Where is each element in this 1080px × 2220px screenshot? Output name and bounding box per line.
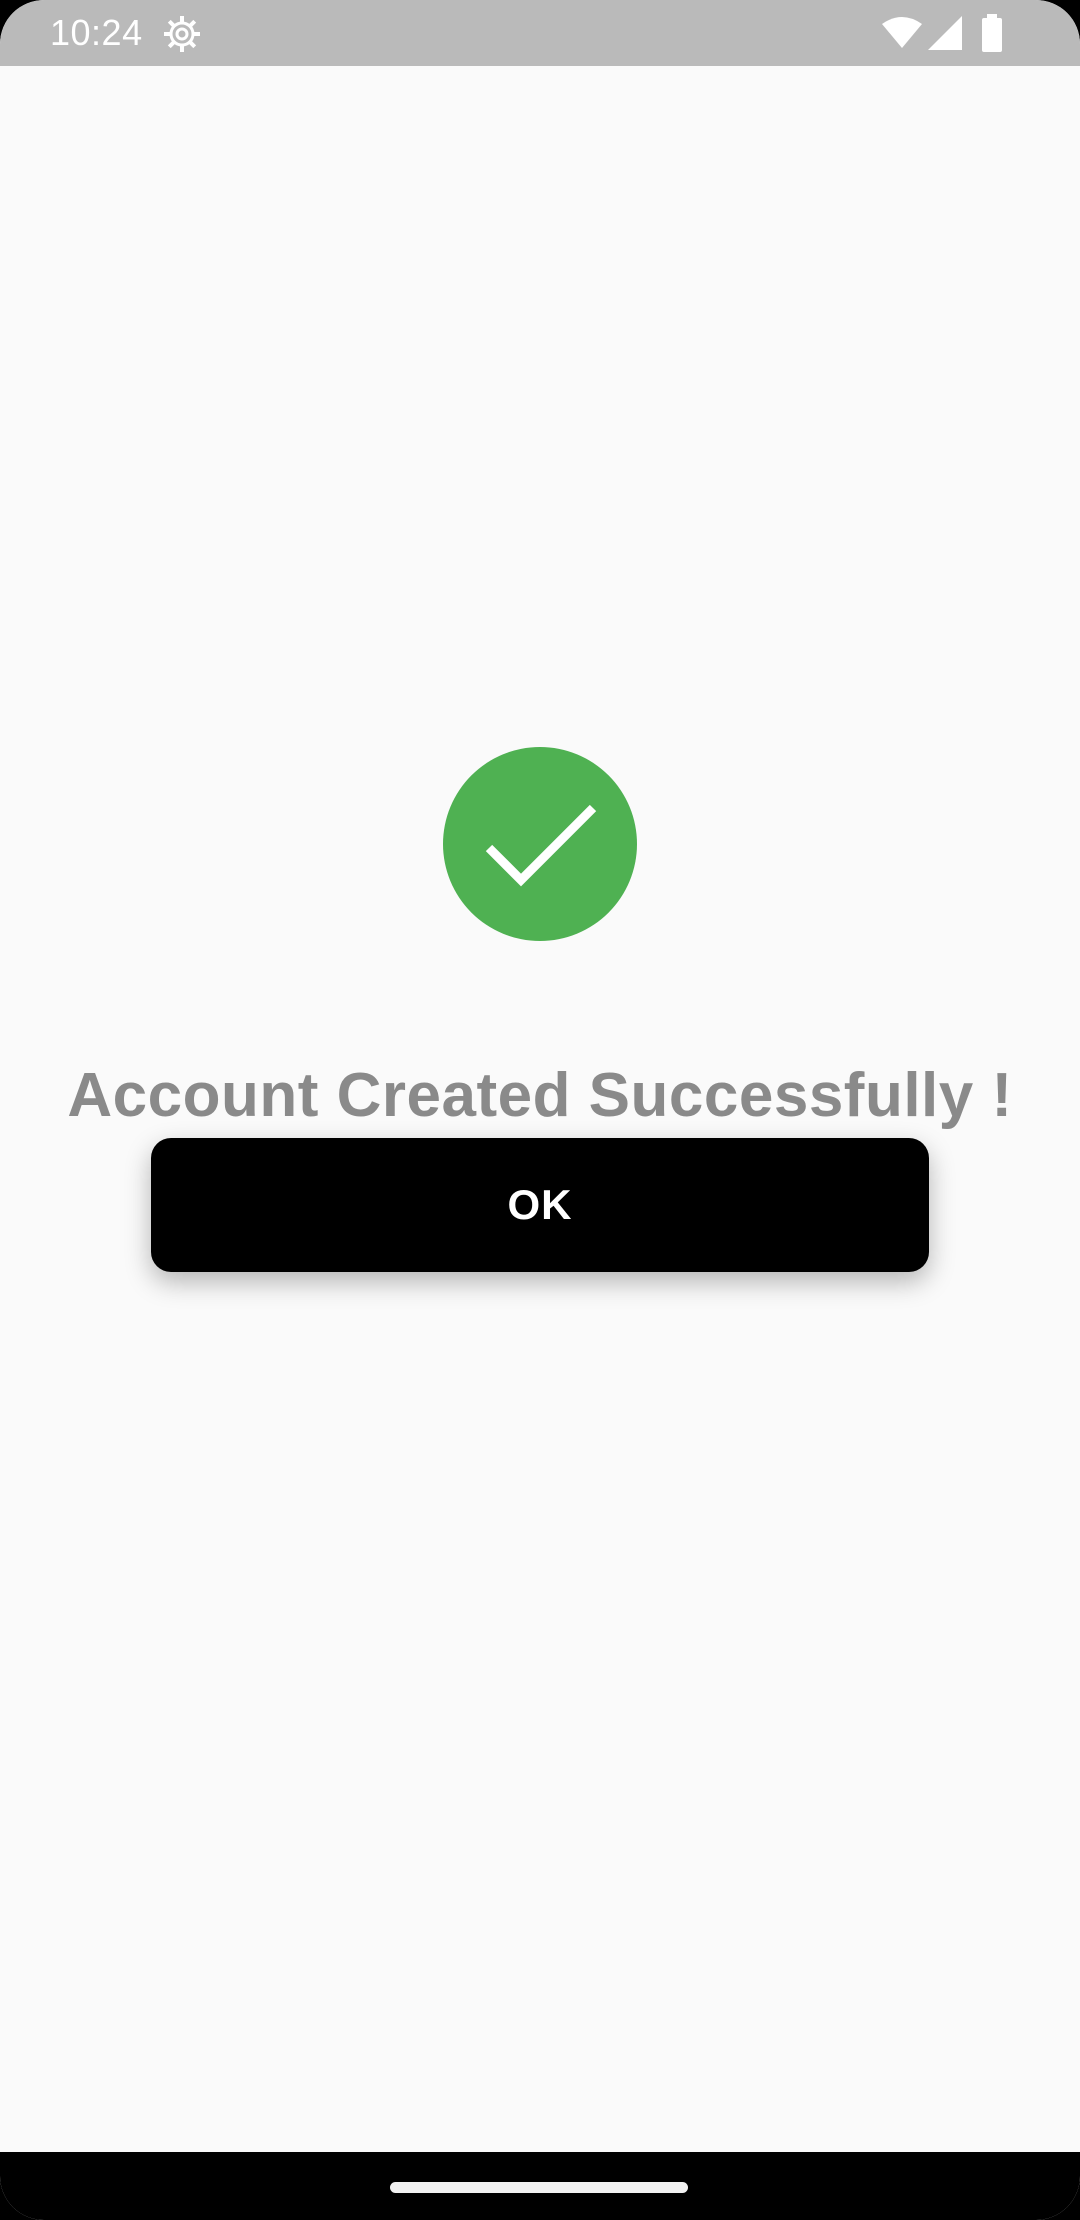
home-gesture-handle[interactable] [390,2182,688,2193]
success-title: Account Created Successfully ! [67,1061,1013,1130]
app-screen: 10:24 Account Created Successfully ! OK [0,0,1080,2220]
status-time: 10:24 [50,12,143,53]
ok-button[interactable]: OK [151,1138,929,1272]
check-circle-icon [443,747,637,941]
settings-gear-icon [164,16,200,52]
wifi-icon [882,17,922,48]
ok-button-label: OK [507,1181,573,1228]
cell-signal-icon [928,16,962,50]
status-bar: 10:24 [0,0,1080,66]
battery-icon [982,14,1002,52]
